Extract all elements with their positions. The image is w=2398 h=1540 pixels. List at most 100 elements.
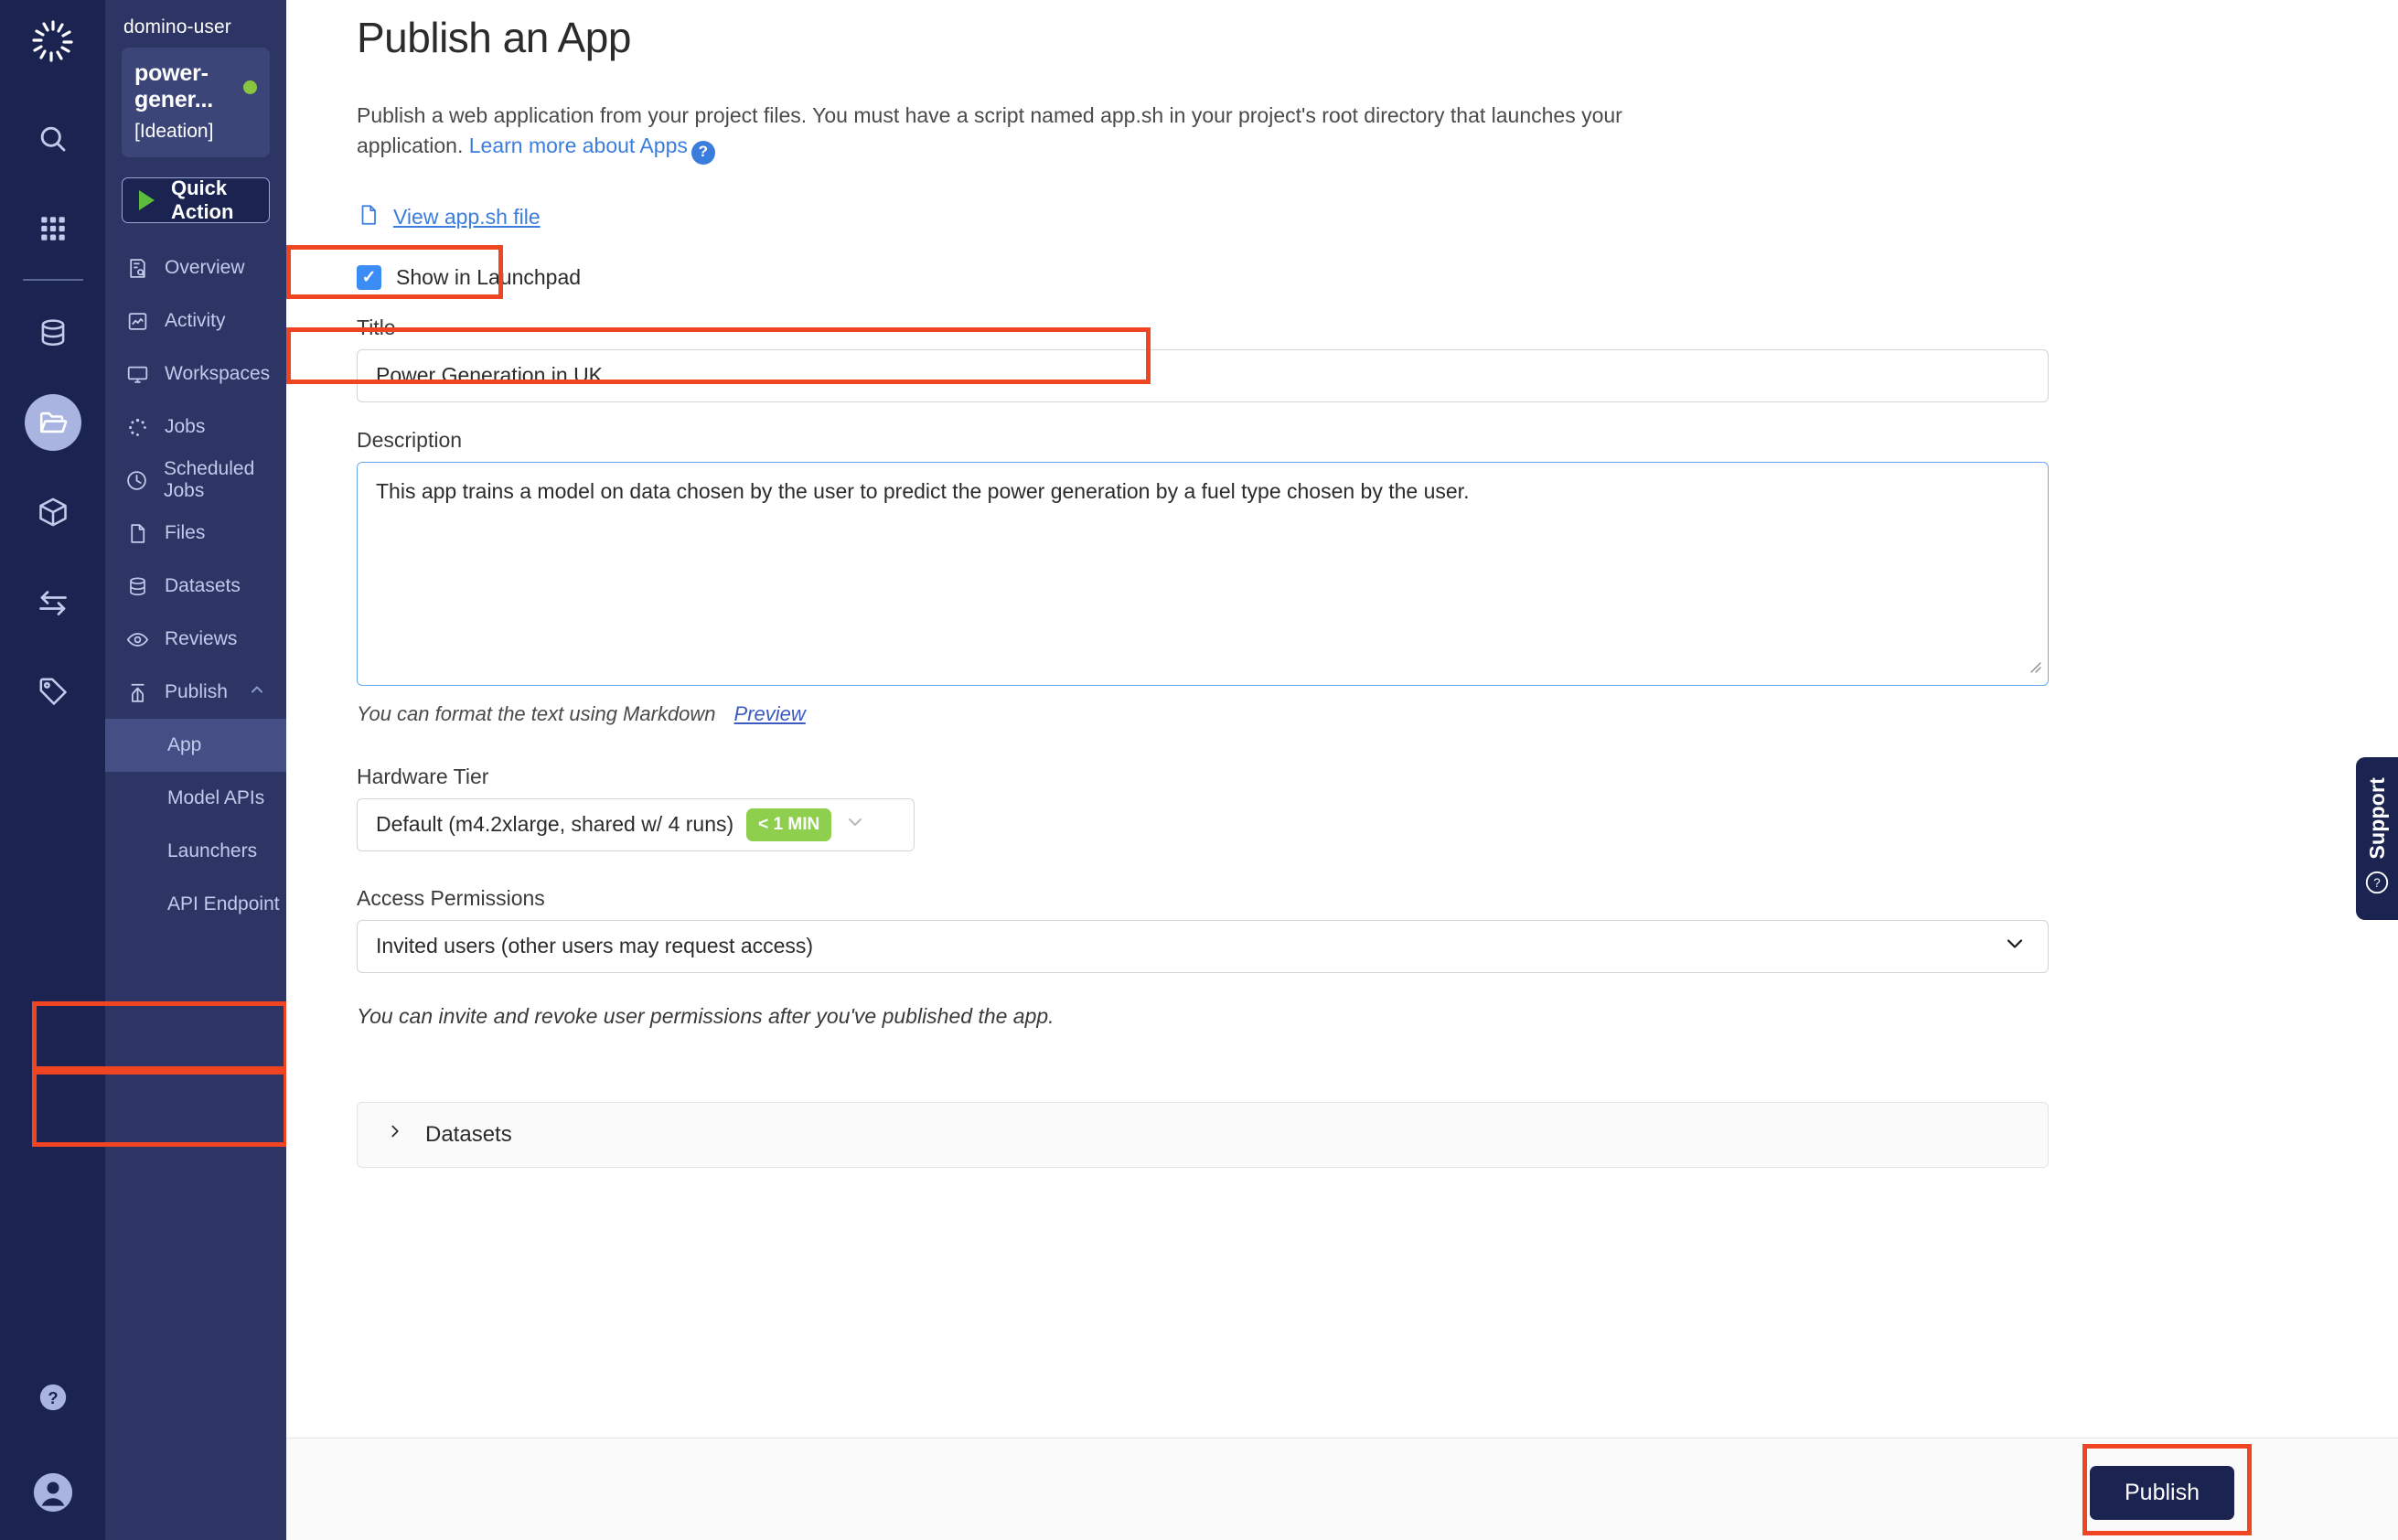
clock-icon xyxy=(125,469,148,492)
sidebar-subitem-label: Launchers xyxy=(167,840,258,861)
chevron-down-icon[interactable] xyxy=(2002,931,2028,962)
sidebar-item-publish-launchers[interactable]: Launchers xyxy=(105,825,286,878)
sidebar-item-label: Reviews xyxy=(165,628,238,649)
chevron-up-icon xyxy=(248,680,266,704)
transfer-arrows-icon[interactable] xyxy=(0,557,105,647)
sidebar-item-jobs[interactable]: Jobs xyxy=(105,401,286,454)
sidebar-nav: Overview Activity Workspaces Jobs Schedu… xyxy=(105,241,286,931)
footer-bar xyxy=(286,1438,2398,1540)
preview-link[interactable]: Preview xyxy=(734,702,806,726)
hardware-tier-select[interactable]: Default (m4.2xlarge, shared w/ 4 runs) <… xyxy=(357,797,915,851)
user-avatar-icon[interactable] xyxy=(0,1445,105,1540)
project-name: power-gener... xyxy=(134,60,213,112)
folder-open-icon[interactable] xyxy=(0,378,105,467)
sidebar-item-label: Activity xyxy=(165,310,226,331)
description-field-label: Description xyxy=(357,427,463,452)
sidebar-item-reviews[interactable]: Reviews xyxy=(105,613,286,666)
app-root: ? domino-user power-gener... [Ideation] … xyxy=(0,0,2398,1540)
jobs-spinner-icon xyxy=(125,416,149,439)
sidebar-subitem-label: App xyxy=(167,734,202,755)
file-icon xyxy=(125,522,149,545)
help-circle-icon[interactable]: ? xyxy=(0,1350,105,1445)
publish-button[interactable]: Publish xyxy=(2090,1466,2234,1520)
sidebar-item-label: Jobs xyxy=(165,416,206,437)
global-icon-rail: ? xyxy=(0,0,105,1540)
domino-logo-icon[interactable] xyxy=(28,16,78,70)
svg-text:?: ? xyxy=(48,1388,58,1407)
sidebar-item-workspaces[interactable]: Workspaces xyxy=(105,348,286,401)
description-value: This app trains a model on data chosen b… xyxy=(376,478,1470,503)
hardware-tier-badge: < 1 MIN xyxy=(746,807,832,841)
database-icon[interactable] xyxy=(0,288,105,378)
chevron-right-icon xyxy=(385,1121,405,1148)
sidebar-item-label: Publish xyxy=(165,681,228,702)
datasets-accordion[interactable]: Datasets xyxy=(357,1101,2049,1168)
page-title: Publish an App xyxy=(357,14,631,61)
title-field-label: Title xyxy=(357,315,396,339)
help-circle-icon[interactable]: ? xyxy=(690,140,715,165)
project-name-row: power-gener... xyxy=(134,60,257,113)
hardware-tier-label: Hardware Tier xyxy=(357,764,489,788)
support-tab[interactable]: ? Support xyxy=(2356,757,2398,920)
view-app-sh-label: View app.sh file xyxy=(393,205,541,230)
view-app-sh-link[interactable]: View app.sh file xyxy=(357,203,541,232)
database-icon xyxy=(125,575,149,598)
chevron-down-icon[interactable] xyxy=(844,811,866,839)
cube-icon[interactable] xyxy=(0,467,105,557)
project-card[interactable]: power-gener... [Ideation] xyxy=(122,48,270,157)
learn-more-apps-link[interactable]: Learn more about Apps xyxy=(469,134,688,157)
main-content: Publish an App Publish a web application… xyxy=(286,0,2398,1540)
sidebar-item-scheduled-jobs[interactable]: Scheduled Jobs xyxy=(105,454,286,507)
sidebar-item-publish-model-apis[interactable]: Model APIs xyxy=(105,772,286,825)
file-icon xyxy=(357,203,380,232)
hardware-tier-value: Default (m4.2xlarge, shared w/ 4 runs) xyxy=(376,812,734,837)
rail-divider xyxy=(22,279,83,281)
title-input[interactable]: Power Generation in UK xyxy=(357,348,2049,402)
quick-action-button[interactable]: Quick Action xyxy=(122,176,270,223)
description-textarea[interactable]: This app trains a model on data chosen b… xyxy=(357,461,2049,686)
project-stage: [Ideation] xyxy=(134,121,214,142)
markdown-hint-text: You can format the text using Markdown xyxy=(357,701,716,725)
datasets-accordion-label: Datasets xyxy=(425,1121,512,1147)
permissions-note: You can invite and revoke user permissio… xyxy=(357,1003,1054,1028)
sidebar-item-datasets[interactable]: Datasets xyxy=(105,560,286,613)
sidebar-item-label: Files xyxy=(165,522,206,543)
sidebar-subitem-label: API Endpoint xyxy=(167,893,280,914)
access-permissions-label: Access Permissions xyxy=(357,885,545,910)
help-circle-icon: ? xyxy=(2364,870,2390,900)
markdown-hint-row: You can format the text using Markdown P… xyxy=(357,702,2320,726)
sidebar-item-label: Datasets xyxy=(165,575,241,596)
support-label: Support xyxy=(2364,776,2389,860)
quick-action-label: Quick Action xyxy=(171,176,234,223)
sidebar-item-label: Overview xyxy=(165,257,245,278)
sidebar-username: domino-user xyxy=(123,16,231,37)
sidebar-item-label: Scheduled Jobs xyxy=(164,458,255,501)
activity-icon xyxy=(125,310,149,333)
sidebar-item-publish-app[interactable]: App xyxy=(105,719,286,772)
grid-apps-icon[interactable] xyxy=(0,184,105,273)
sidebar-item-label: Workspaces xyxy=(165,363,271,384)
workspaces-monitor-icon xyxy=(125,363,149,386)
play-icon xyxy=(139,190,155,210)
tag-icon[interactable] xyxy=(0,647,105,736)
overview-icon xyxy=(125,257,149,280)
sidebar-subitem-label: Model APIs xyxy=(167,787,265,808)
sidebar-item-overview[interactable]: Overview xyxy=(105,241,286,294)
page-intro: Publish a web application from your proj… xyxy=(357,101,1665,165)
publish-upload-icon xyxy=(125,681,149,704)
access-permissions-select[interactable]: Invited users (other users may request a… xyxy=(357,919,2049,973)
resize-handle-icon[interactable] xyxy=(2024,655,2042,679)
access-permissions-value: Invited users (other users may request a… xyxy=(376,934,814,958)
eye-icon xyxy=(125,628,149,651)
sidebar-item-files[interactable]: Files xyxy=(105,507,286,560)
sidebar-item-publish[interactable]: Publish xyxy=(105,666,286,719)
project-status-dot xyxy=(243,80,257,94)
sidebar-item-activity[interactable]: Activity xyxy=(105,294,286,348)
show-in-launchpad-row[interactable]: ✓ Show in Launchpad xyxy=(357,264,2320,290)
project-sidebar: domino-user power-gener... [Ideation] Qu… xyxy=(32,0,288,1540)
search-icon[interactable] xyxy=(0,94,105,184)
show-in-launchpad-label: Show in Launchpad xyxy=(396,264,582,289)
show-in-launchpad-checkbox[interactable]: ✓ xyxy=(357,264,381,290)
svg-text:?: ? xyxy=(2373,876,2380,890)
sidebar-item-publish-api-endpoint[interactable]: API Endpoint xyxy=(105,878,286,931)
